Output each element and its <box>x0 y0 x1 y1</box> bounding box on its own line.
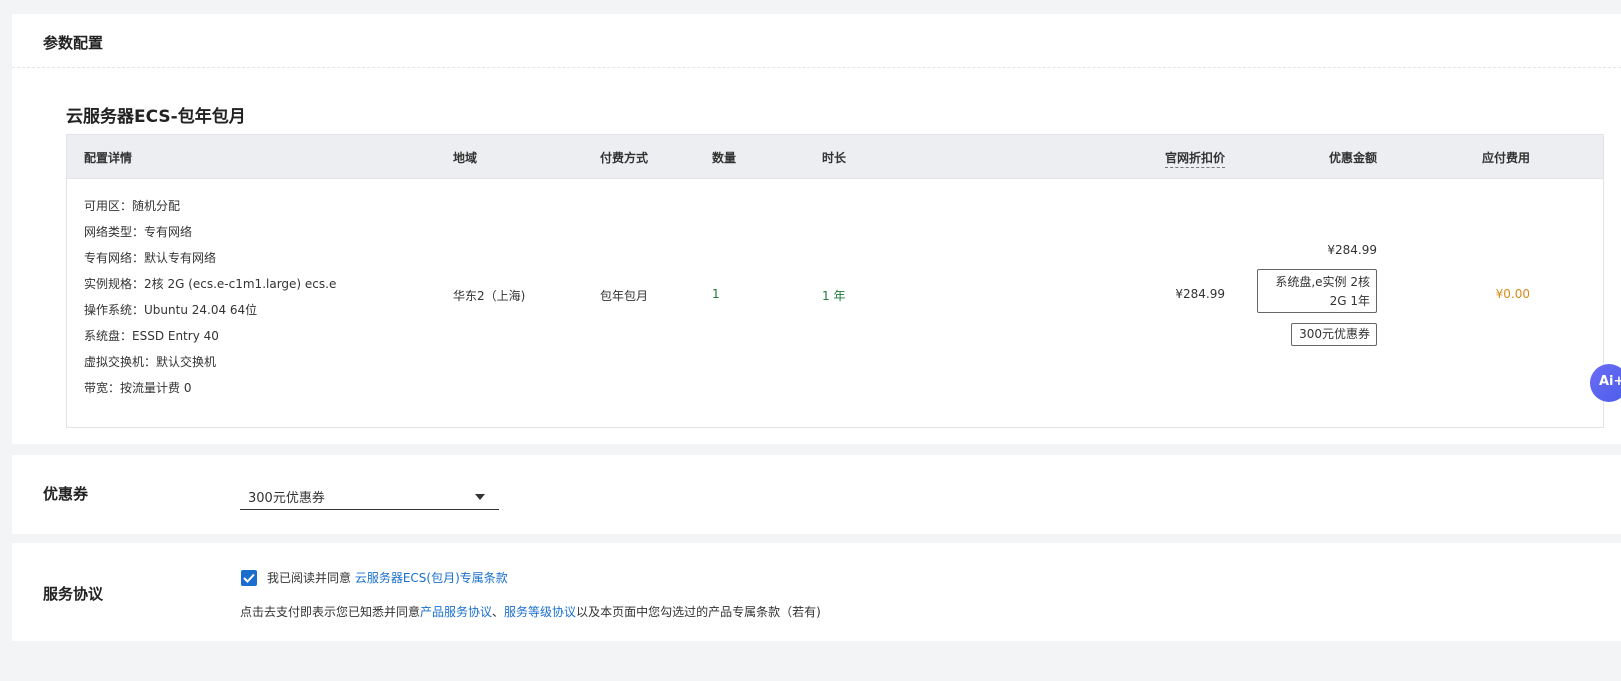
notice-separator: 、 <box>492 605 505 619</box>
discount-detail-tag: 系统盘,e实例 2核 2G 1年 <box>1257 269 1377 313</box>
th-duration: 时长 <box>822 151 847 165</box>
th-quantity: 数量 <box>712 151 737 165</box>
service-agreement-link[interactable]: 产品服务协议 <box>420 605 492 619</box>
cell-region: 华东2（上海) <box>453 289 526 303</box>
ai-assistant-icon[interactable]: Ai+ <box>1590 364 1621 402</box>
th-detail: 配置详情 <box>84 151 133 165</box>
terms-card: 服务协议 <box>12 543 1621 641</box>
cell-duration: 1 年 <box>822 289 846 303</box>
coupon-tag: 300元优惠券 <box>1291 323 1377 346</box>
cell-payment: 包年包月 <box>600 289 649 303</box>
caret-down-icon[interactable] <box>475 494 485 500</box>
th-discount: 优惠金额 <box>1328 151 1377 165</box>
agree-terms-link[interactable]: 云服务器ECS(包月)专属条款 <box>355 571 508 585</box>
th-payable: 应付费用 <box>1481 151 1530 165</box>
coupon-select[interactable]: 300元优惠券 <box>240 482 499 510</box>
th-payment: 付费方式 <box>600 151 649 165</box>
ai-button-label: Ai+ <box>1599 374 1621 389</box>
th-list-price[interactable]: 官网折扣价 <box>1164 149 1225 168</box>
section-title-terms: 服务协议 <box>43 585 104 603</box>
detail-instance-type: 实例规格：2核 2G (ecs.e-c1m1.large) ecs.e <box>84 277 337 291</box>
agree-line: 我已阅读并同意 云服务器ECS(包月)专属条款 <box>267 569 508 586</box>
cell-quantity: 1 <box>712 287 720 301</box>
th-region: 地域 <box>453 151 478 165</box>
cell-payable: ¥0.00 <box>1495 287 1530 301</box>
section-title-coupon: 优惠券 <box>43 485 89 503</box>
section-title-config: 参数配置 <box>43 34 104 52</box>
agree-text: 我已阅读并同意 <box>267 571 352 585</box>
detail-network-type: 网络类型：专有网络 <box>84 225 193 239</box>
detail-bandwidth: 带宽：按流量计费 0 <box>84 381 192 395</box>
agreement-notice: 点击去支付即表示您已知悉并同意产品服务协议、服务等级协议以及本页面中您勾选过的产… <box>240 603 821 620</box>
detail-zone: 可用区：随机分配 <box>84 199 181 213</box>
detail-os: 操作系统：Ubuntu 24.04 64位 <box>84 303 258 317</box>
agree-checkbox[interactable] <box>241 570 257 586</box>
detail-vswitch: 虚拟交换机：默认交换机 <box>84 355 217 369</box>
discount-tag-line1: 系统盘,e实例 2核 <box>1275 275 1370 289</box>
divider <box>12 67 1621 68</box>
cell-list-price: ¥284.99 <box>1175 287 1225 301</box>
notice-suffix: 以及本页面中您勾选过的产品专属条款（若有) <box>576 605 821 619</box>
product-title: 云服务器ECS-包年包月 <box>66 107 246 127</box>
check-icon <box>243 573 255 583</box>
config-card: 参数配置 云服务器ECS-包年包月 配置详情 地域 付费方式 数量 时长 官网折… <box>12 14 1621 444</box>
discount-tag-line2: 2G 1年 <box>1329 294 1370 308</box>
detail-vpc: 专有网络：默认专有网络 <box>84 251 217 265</box>
sla-link[interactable]: 服务等级协议 <box>504 605 576 619</box>
cell-discount-amount: ¥284.99 <box>1327 243 1377 257</box>
notice-prefix: 点击去支付即表示您已知悉并同意 <box>240 605 421 619</box>
order-table: 配置详情 地域 付费方式 数量 时长 官网折扣价 优惠金额 应付费用 可用区：随… <box>66 134 1604 428</box>
table-header: 配置详情 地域 付费方式 数量 时长 官网折扣价 优惠金额 应付费用 <box>67 135 1603 179</box>
detail-system-disk: 系统盘：ESSD Entry 40 <box>84 329 219 343</box>
coupon-select-value: 300元优惠券 <box>248 491 325 506</box>
